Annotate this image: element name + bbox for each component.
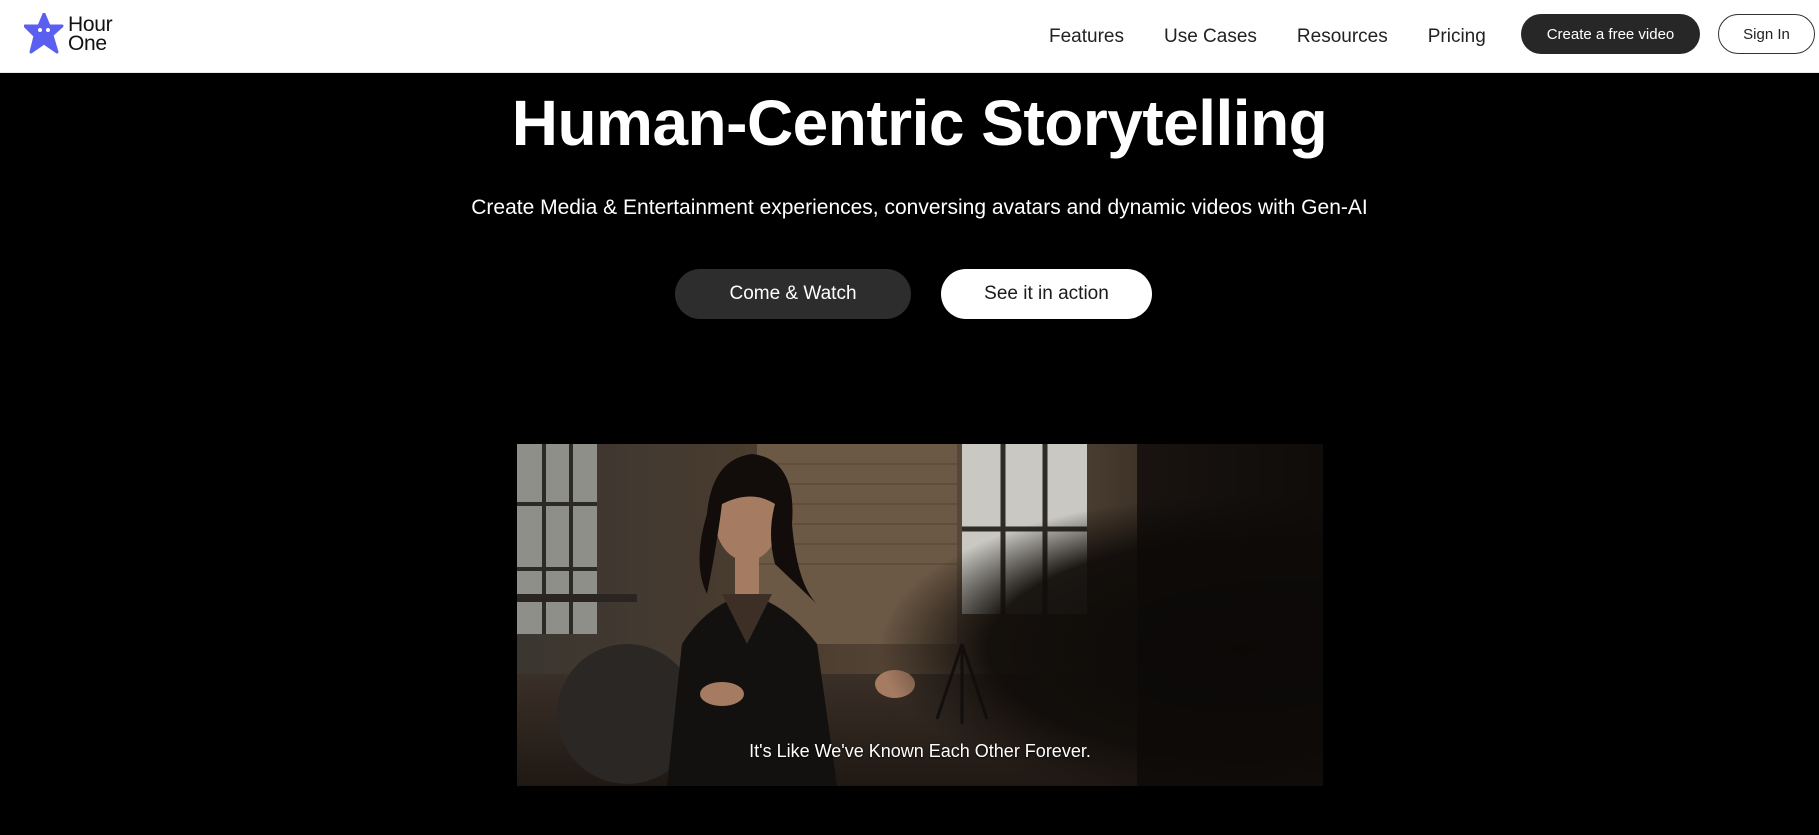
come-and-watch-button[interactable]: Come & Watch <box>675 269 911 319</box>
logo-wordmark: Hour One <box>68 14 113 55</box>
nav-item-pricing[interactable]: Pricing <box>1428 26 1486 48</box>
top-navigation-bar: Hour One Features Use Cases Resources Pr… <box>0 0 1819 73</box>
see-it-in-action-button[interactable]: See it in action <box>941 269 1152 319</box>
logo-line-2: One <box>68 32 107 55</box>
star-logo-icon <box>24 13 64 54</box>
nav-item-features[interactable]: Features <box>1049 26 1124 48</box>
main-nav: Features Use Cases Resources Pricing <box>1049 0 1526 73</box>
create-free-video-button[interactable]: Create a free video <box>1521 14 1700 54</box>
hero-video-player[interactable]: It's Like We've Known Each Other Forever… <box>517 444 1323 786</box>
hero-title: Human-Centric Storytelling <box>511 87 1328 159</box>
sign-in-button[interactable]: Sign In <box>1718 14 1815 54</box>
brand-logo[interactable]: Hour One <box>24 13 113 55</box>
nav-item-resources[interactable]: Resources <box>1297 26 1388 48</box>
hero-subtitle: Create Media & Entertainment experiences… <box>471 196 1368 219</box>
video-frame <box>517 444 1323 786</box>
video-caption: It's Like We've Known Each Other Forever… <box>749 741 1091 761</box>
nav-item-use-cases[interactable]: Use Cases <box>1164 26 1257 48</box>
